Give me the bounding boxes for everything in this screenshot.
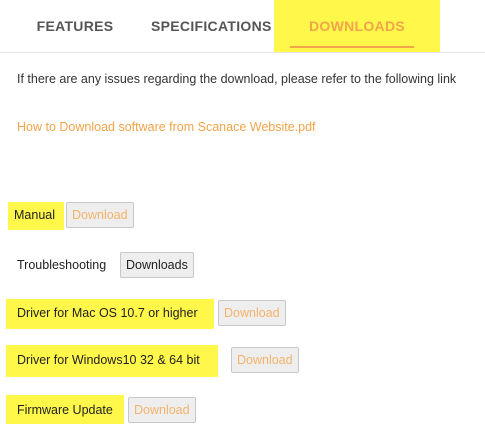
troubleshooting-downloads-button[interactable]: Downloads bbox=[120, 252, 194, 278]
firmware-download-button[interactable]: Download bbox=[128, 397, 196, 423]
mac-driver-download-button[interactable]: Download bbox=[218, 300, 286, 326]
tab-features[interactable]: FEATURES bbox=[36, 0, 114, 52]
tab-bar: FEATURES SPECIFICATIONS DOWNLOADS bbox=[0, 0, 485, 53]
help-pdf-link[interactable]: How to Download software from Scanace We… bbox=[17, 120, 316, 134]
tab-specifications[interactable]: SPECIFICATIONS bbox=[151, 0, 271, 52]
download-label-troubleshooting: Troubleshooting bbox=[17, 258, 107, 272]
download-help-text: If there are any issues regarding the do… bbox=[17, 72, 457, 86]
download-label-manual: Manual bbox=[14, 208, 55, 222]
download-label-windows-driver: Driver for Windows10 32 & 64 bit bbox=[17, 353, 200, 367]
active-tab-indicator bbox=[290, 46, 414, 48]
tab-downloads[interactable]: DOWNLOADS bbox=[274, 0, 440, 52]
windows-driver-download-button[interactable]: Download bbox=[231, 347, 299, 373]
manual-download-button[interactable]: Download bbox=[66, 202, 134, 228]
download-label-mac-driver: Driver for Mac OS 10.7 or higher bbox=[17, 306, 198, 320]
download-label-firmware: Firmware Update bbox=[17, 403, 113, 417]
